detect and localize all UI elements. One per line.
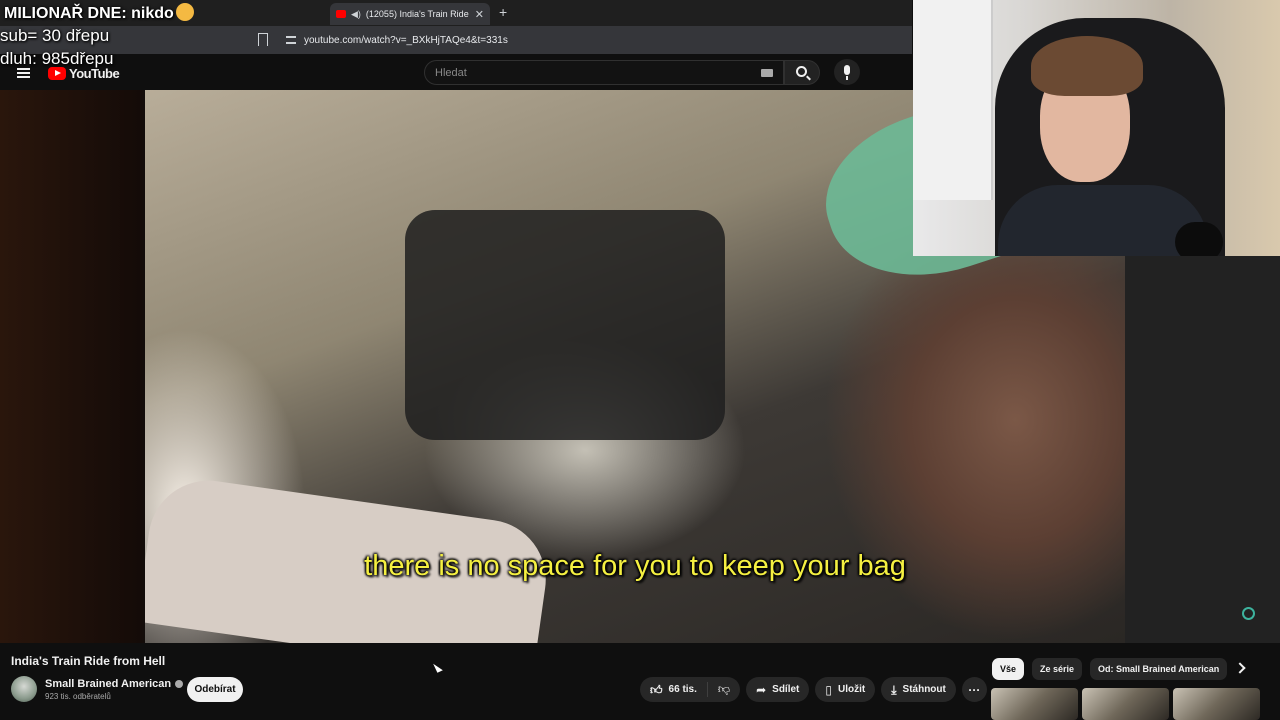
chevron-right-icon[interactable] — [1234, 662, 1246, 674]
overlay-watermark-icon — [1242, 607, 1255, 620]
overlay-line-1: MILIONAŘ DNE: nikdo — [4, 5, 174, 22]
download-label: Stáhnout — [902, 684, 946, 695]
youtube-favicon-icon — [336, 10, 346, 18]
recommended-video-thumbnail[interactable] — [991, 688, 1078, 720]
download-icon: ⤓ — [891, 682, 897, 697]
new-tab-button[interactable]: + — [499, 4, 507, 20]
url-text: youtube.com/watch?v=_BXkHjTAQe4&t=331s — [304, 34, 508, 46]
keyboard-icon[interactable] — [761, 69, 773, 77]
player-side-panel — [1125, 256, 1280, 643]
overlay-millionaire-line: MILIONAŘ DNE: nikdo — [4, 3, 194, 23]
webcam-wardrobe — [913, 0, 993, 200]
save-button[interactable]: ▯ Uložit — [815, 677, 876, 702]
video-scene-bag — [405, 210, 725, 440]
like-count: 66 tis. — [668, 684, 697, 695]
share-button[interactable]: ➦ Sdílet — [746, 677, 810, 702]
channel-avatar[interactable] — [11, 676, 37, 702]
bookmark-icon[interactable] — [258, 33, 268, 46]
speaker-icon[interactable]: ◀) — [351, 9, 361, 20]
channel-name-text[interactable]: Small Brained American — [45, 678, 171, 690]
mouse-cursor — [433, 661, 443, 673]
emoji-icon — [175, 3, 194, 21]
recommended-video-thumbnail[interactable] — [1082, 688, 1169, 720]
download-button[interactable]: ⤓ Stáhnout — [881, 677, 956, 702]
verified-icon — [175, 680, 184, 688]
browser-tab-active[interactable]: ◀) (12055) India's Train Ride from Hell … — [330, 3, 490, 25]
save-label: Uložit — [838, 684, 866, 695]
share-label: Sdílet — [772, 684, 800, 695]
webcam-microphone — [1175, 222, 1223, 256]
subscriber-count: 923 tis. odběratelů — [45, 692, 111, 701]
recommended-video-thumbnail[interactable] — [1173, 688, 1260, 720]
thumbs-down-icon: 👎︎ — [717, 682, 731, 696]
recommendation-chips: Vše Ze série Od: Small Brained American — [992, 658, 1228, 680]
url-field[interactable]: youtube.com/watch?v=_BXkHjTAQe4&t=331s — [278, 30, 912, 50]
overlay-line-3: dluh: 985dřepu — [0, 49, 114, 68]
save-icon: ▯ — [825, 682, 832, 697]
subscribe-button[interactable]: Odebírat — [187, 677, 243, 702]
webcam-hair — [1031, 36, 1143, 96]
webcam-feed — [913, 0, 1280, 256]
like-dislike-group: 👍︎ 66 tis. 👎︎ — [640, 677, 741, 702]
hamburger-icon[interactable] — [17, 68, 30, 78]
channel-name[interactable]: Small Brained American — [45, 678, 184, 690]
chip-from-series[interactable]: Ze série — [1032, 658, 1083, 680]
tab-title: (12055) India's Train Ride from Hell - Y… — [365, 9, 470, 19]
tab-close-icon[interactable]: ✕ — [475, 8, 484, 21]
chip-all[interactable]: Vše — [992, 658, 1025, 680]
share-icon: ➦ — [756, 682, 767, 697]
video-title: India's Train Ride from Hell — [11, 654, 166, 668]
site-info-icon[interactable] — [286, 36, 296, 44]
video-actions: 👍︎ 66 tis. 👎︎ ➦ Sdílet ▯ Uložit ⤓ Stáhno… — [640, 677, 987, 702]
microphone-icon[interactable] — [834, 59, 860, 85]
video-subtitle: there is no space for you to keep your b… — [364, 550, 906, 582]
thumbs-up-icon: 👍︎ — [650, 682, 663, 697]
search-button[interactable] — [784, 60, 820, 85]
chip-from-channel[interactable]: Od: Small Brained American — [1090, 658, 1228, 680]
more-actions-button[interactable]: ··· — [961, 677, 987, 702]
recommended-thumbnails — [991, 688, 1260, 720]
search-input[interactable]: Hledat — [424, 60, 784, 85]
search-placeholder: Hledat — [435, 66, 467, 79]
dislike-button[interactable]: 👎︎ — [708, 683, 740, 696]
like-button[interactable]: 👍︎ 66 tis. — [640, 682, 708, 697]
overlay-line-2: sub= 30 dřepu — [0, 26, 110, 45]
search-icon — [796, 66, 807, 77]
